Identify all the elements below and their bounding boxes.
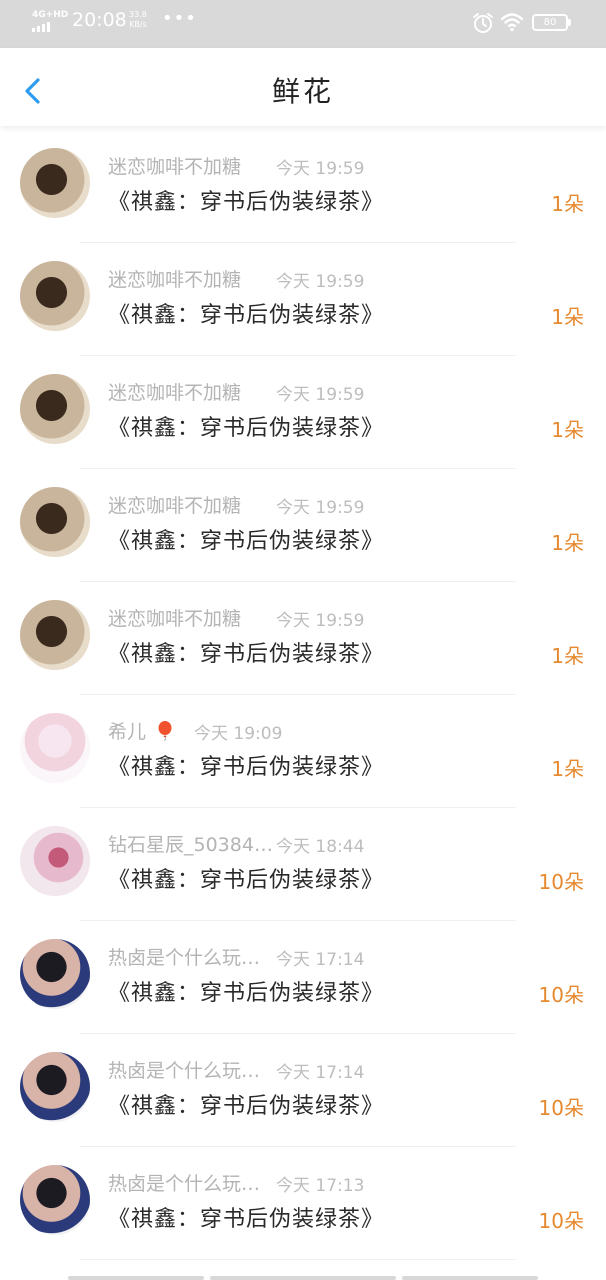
wifi-icon [500, 13, 524, 32]
back-button[interactable] [18, 70, 52, 110]
book-title[interactable]: 《祺鑫：穿书后伪装绿茶》 [108, 410, 384, 442]
battery-icon: 80 [532, 14, 572, 31]
avatar[interactable] [20, 487, 90, 557]
flower-count: 1朵 [551, 531, 584, 555]
status-bar: 4G+HD 20:08 33.8 KB/s ••• 80 [0, 0, 606, 48]
user-name[interactable]: 热卤是个什么玩… [108, 1169, 260, 1196]
battery-level: 80 [543, 17, 557, 28]
flower-count: 10朵 [538, 1209, 584, 1233]
list-item[interactable]: 希儿 今天 19:09 《祺鑫：穿书后伪装绿茶》 1朵 [0, 695, 606, 808]
timestamp: 今天 19:09 [194, 724, 283, 744]
avatar[interactable] [20, 713, 90, 783]
book-title[interactable]: 《祺鑫：穿书后伪装绿茶》 [108, 184, 384, 216]
user-name[interactable]: 希儿 [108, 717, 146, 744]
user-name[interactable]: 迷恋咖啡不加糖 [108, 604, 241, 631]
timestamp: 今天 18:44 [276, 837, 365, 857]
avatar[interactable] [20, 148, 90, 218]
avatar[interactable] [20, 826, 90, 896]
flower-count: 10朵 [538, 870, 584, 894]
header: 鲜花 [0, 48, 606, 126]
timestamp: 今天 19:59 [276, 385, 365, 405]
timestamp: 今天 19:59 [276, 272, 365, 292]
avatar[interactable] [20, 600, 90, 670]
timestamp: 今天 19:59 [276, 498, 365, 518]
status-time: 20:08 [72, 9, 127, 31]
avatar[interactable] [20, 1052, 90, 1122]
flower-count: 1朵 [551, 418, 584, 442]
book-title[interactable]: 《祺鑫：穿书后伪装绿茶》 [108, 523, 384, 555]
user-name[interactable]: 迷恋咖啡不加糖 [108, 491, 241, 518]
list-item[interactable]: 热卤是个什么玩… 今天 17:14 《祺鑫：穿书后伪装绿茶》 10朵 [0, 921, 606, 1034]
timestamp: 今天 19:59 [276, 159, 365, 179]
book-title[interactable]: 《祺鑫：穿书后伪装绿茶》 [108, 1201, 384, 1233]
book-title[interactable]: 《祺鑫：穿书后伪装绿茶》 [108, 1088, 384, 1120]
list-item[interactable]: 迷恋咖啡不加糖 今天 19:59 《祺鑫：穿书后伪装绿茶》 1朵 [0, 356, 606, 469]
user-name[interactable]: 钻石星辰_50384… [108, 830, 273, 857]
list-item[interactable]: 迷恋咖啡不加糖 今天 19:59 《祺鑫：穿书后伪装绿茶》 1朵 [0, 582, 606, 695]
flower-count: 10朵 [538, 1096, 584, 1120]
list-item[interactable]: 热卤是个什么玩… 今天 17:13 《祺鑫：穿书后伪装绿茶》 10朵 [0, 1147, 606, 1260]
network-speed: 33.8 KB/s [129, 10, 147, 29]
avatar[interactable] [20, 939, 90, 1009]
user-name[interactable]: 迷恋咖啡不加糖 [108, 265, 241, 292]
balloon-icon [158, 721, 172, 741]
book-title[interactable]: 《祺鑫：穿书后伪装绿茶》 [108, 862, 384, 894]
list-item[interactable]: 迷恋咖啡不加糖 今天 19:59 《祺鑫：穿书后伪装绿茶》 1朵 [0, 243, 606, 356]
avatar[interactable] [20, 261, 90, 331]
timestamp: 今天 17:13 [276, 1176, 365, 1196]
user-name[interactable]: 迷恋咖啡不加糖 [108, 378, 241, 405]
timestamp: 今天 17:14 [276, 1063, 365, 1083]
page-title: 鲜花 [271, 75, 334, 108]
book-title[interactable]: 《祺鑫：穿书后伪装绿茶》 [108, 297, 384, 329]
avatar[interactable] [20, 1165, 90, 1235]
list-item[interactable]: 热卤是个什么玩… 今天 17:14 《祺鑫：穿书后伪装绿茶》 10朵 [0, 1034, 606, 1147]
more-notifications-icon: ••• [162, 8, 197, 29]
book-title[interactable]: 《祺鑫：穿书后伪装绿茶》 [108, 975, 384, 1007]
flower-count: 1朵 [551, 644, 584, 668]
book-title[interactable]: 《祺鑫：穿书后伪装绿茶》 [108, 749, 384, 781]
list-item[interactable]: 迷恋咖啡不加糖 今天 19:59 《祺鑫：穿书后伪装绿茶》 1朵 [0, 130, 606, 243]
list-item[interactable]: 迷恋咖啡不加糖 今天 19:59 《祺鑫：穿书后伪装绿茶》 1朵 [0, 469, 606, 582]
user-name[interactable]: 热卤是个什么玩… [108, 943, 260, 970]
network-type: 4G+HD [32, 10, 69, 20]
signal-icon: 4G+HD [32, 10, 69, 34]
flower-count: 1朵 [551, 305, 584, 329]
flower-count: 1朵 [551, 192, 584, 216]
avatar[interactable] [20, 374, 90, 444]
alarm-icon [473, 13, 493, 33]
list-item[interactable]: 钻石星辰_50384… 今天 18:44 《祺鑫：穿书后伪装绿茶》 10朵 [0, 808, 606, 921]
timestamp: 今天 17:14 [276, 950, 365, 970]
flower-count: 10朵 [538, 983, 584, 1007]
book-title[interactable]: 《祺鑫：穿书后伪装绿茶》 [108, 636, 384, 668]
flower-record-list: 迷恋咖啡不加糖 今天 19:59 《祺鑫：穿书后伪装绿茶》 1朵 迷恋咖啡不加糖 今天 1… [0, 130, 606, 1260]
flower-count: 1朵 [551, 757, 584, 781]
user-name[interactable]: 热卤是个什么玩… [108, 1056, 260, 1083]
user-name[interactable]: 迷恋咖啡不加糖 [108, 152, 241, 179]
timestamp: 今天 19:59 [276, 611, 365, 631]
divider [80, 1259, 516, 1260]
bottom-edge [0, 1262, 606, 1280]
